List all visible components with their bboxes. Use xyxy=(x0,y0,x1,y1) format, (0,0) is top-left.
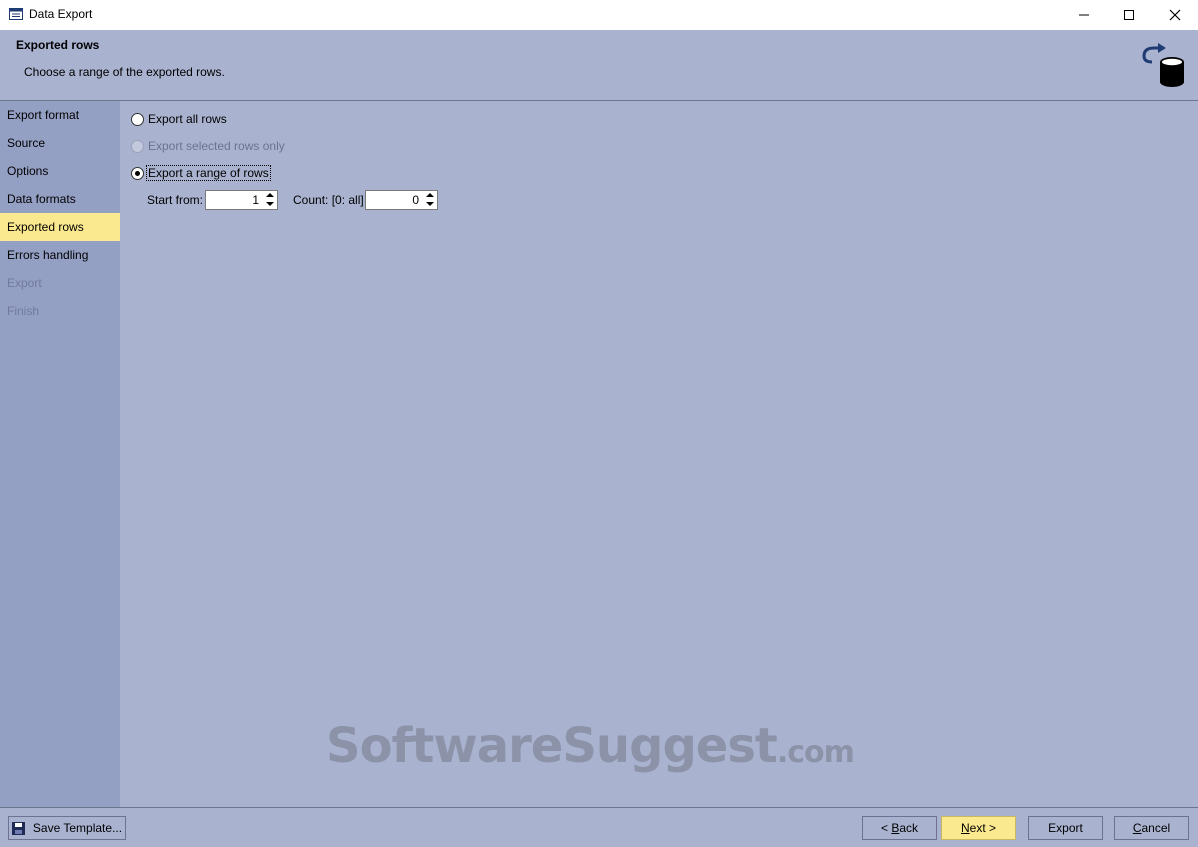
sidebar-item-data-formats[interactable]: Data formats xyxy=(0,185,120,213)
export-range-option[interactable]: Export a range of rows xyxy=(131,165,271,181)
next-accel-key: N xyxy=(960,821,970,835)
next-button[interactable]: Next > xyxy=(941,816,1016,840)
sidebar-item-export-format[interactable]: Export format xyxy=(0,101,120,129)
sidebar-item-exported-rows[interactable]: Exported rows xyxy=(0,213,120,241)
export-all-rows-radio[interactable] xyxy=(131,112,144,126)
spin-up-icon[interactable] xyxy=(266,193,274,197)
export-label: Export xyxy=(1048,821,1083,835)
start-from-spin-arrows[interactable] xyxy=(262,191,277,209)
exported-rows-panel: Export all rows Export selected rows onl… xyxy=(120,101,1198,807)
export-database-icon xyxy=(1142,43,1184,87)
maximize-button[interactable] xyxy=(1106,0,1152,30)
save-template-button[interactable]: Save Template... xyxy=(8,816,126,840)
spin-down-icon[interactable] xyxy=(426,202,434,206)
window-title: Data Export xyxy=(29,7,93,21)
maximize-icon xyxy=(1124,10,1134,20)
minimize-button[interactable] xyxy=(1061,0,1107,30)
export-selected-rows-label: Export selected rows only xyxy=(148,139,285,153)
sidebar-item-options[interactable]: Options xyxy=(0,157,120,185)
sidebar-item-source[interactable]: Source xyxy=(0,129,120,157)
start-from-value[interactable]: 1 xyxy=(252,193,259,207)
export-range-radio[interactable] xyxy=(131,166,144,180)
data-export-app-icon xyxy=(9,8,23,20)
export-selected-rows-option: Export selected rows only xyxy=(131,138,286,154)
close-icon xyxy=(1169,9,1181,21)
save-template-label: Save Template... xyxy=(32,821,123,835)
save-floppy-icon xyxy=(11,821,25,835)
export-button[interactable]: Export xyxy=(1028,816,1103,840)
title-bar: Data Export xyxy=(0,0,1198,30)
cancel-label-rest: ancel xyxy=(1141,821,1171,835)
export-all-rows-option[interactable]: Export all rows xyxy=(131,111,228,127)
start-from-spinner[interactable]: 1 xyxy=(205,190,278,210)
cancel-accel-key: C xyxy=(1132,821,1142,835)
sidebar-item-export: Export xyxy=(7,276,42,290)
start-from-label: Start from: xyxy=(147,193,204,207)
page-title: Exported rows xyxy=(16,38,100,52)
watermark-tld: .com xyxy=(776,735,855,770)
sidebar-item-finish: Finish xyxy=(7,304,40,318)
page-subtitle: Choose a range of the exported rows. xyxy=(24,65,225,79)
sidebar-item-errors-handling[interactable]: Errors handling xyxy=(0,241,120,269)
watermark: SoftwareSuggest.com xyxy=(326,718,855,774)
count-spinner[interactable]: 0 xyxy=(365,190,438,210)
count-value[interactable]: 0 xyxy=(412,193,419,207)
export-selected-rows-radio xyxy=(131,139,144,153)
back-button[interactable]: < Back xyxy=(862,816,937,840)
cancel-button[interactable]: Cancel xyxy=(1114,816,1189,840)
export-all-rows-label[interactable]: Export all rows xyxy=(147,112,228,126)
count-label: Count: [0: all] xyxy=(293,193,364,207)
close-button[interactable] xyxy=(1152,0,1198,30)
count-spin-arrows[interactable] xyxy=(422,191,437,209)
spin-up-icon[interactable] xyxy=(426,193,434,197)
back-label-rest: ack xyxy=(899,821,919,835)
spin-down-icon[interactable] xyxy=(266,202,274,206)
export-range-label[interactable]: Export a range of rows xyxy=(146,165,271,181)
wizard-steps-sidebar: Export format Source Options Data format… xyxy=(0,101,120,807)
next-label-rest: ext > xyxy=(969,821,997,835)
minimize-icon xyxy=(1079,14,1089,16)
back-accel-key: B xyxy=(891,821,900,835)
watermark-text: SoftwareSuggest xyxy=(326,718,778,774)
wizard-header: Exported rows Choose a range of the expo… xyxy=(0,30,1198,100)
back-prefix: < xyxy=(880,821,892,835)
wizard-footer: Save Template... < Back Next > Export Ca… xyxy=(0,808,1198,847)
